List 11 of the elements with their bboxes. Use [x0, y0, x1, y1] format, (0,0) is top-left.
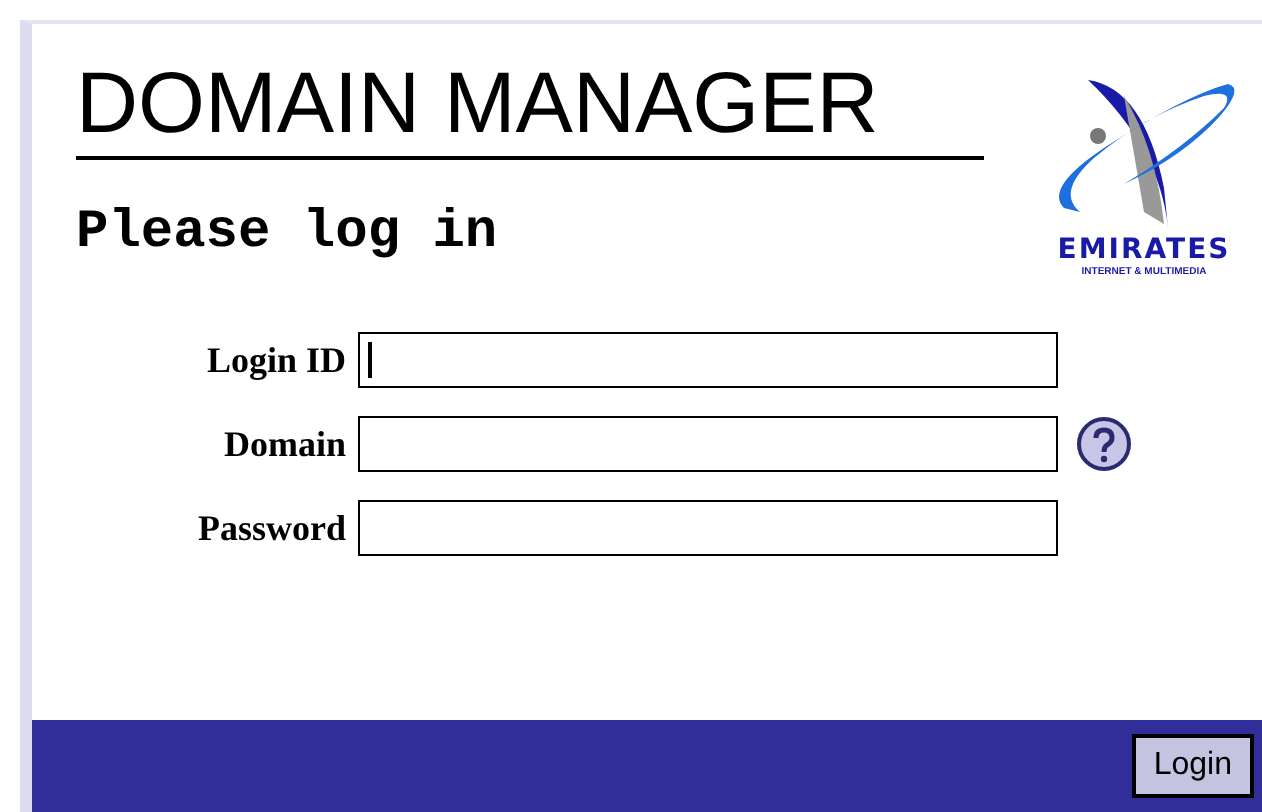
field-label: Password [195, 507, 348, 549]
page-subtitle: Please log in [76, 204, 500, 264]
input-field[interactable] [358, 416, 1058, 472]
help-icon[interactable] [1076, 416, 1132, 472]
login-button[interactable]: Login [1131, 734, 1254, 798]
field-label: Login ID [204, 339, 348, 381]
input-field[interactable] [358, 500, 1058, 556]
logo-name: EMIRATES [1057, 236, 1231, 266]
page-title: DOMAIN MANAGER [76, 56, 984, 160]
input-field[interactable] [358, 332, 1058, 388]
field-label: Domain [221, 423, 348, 465]
